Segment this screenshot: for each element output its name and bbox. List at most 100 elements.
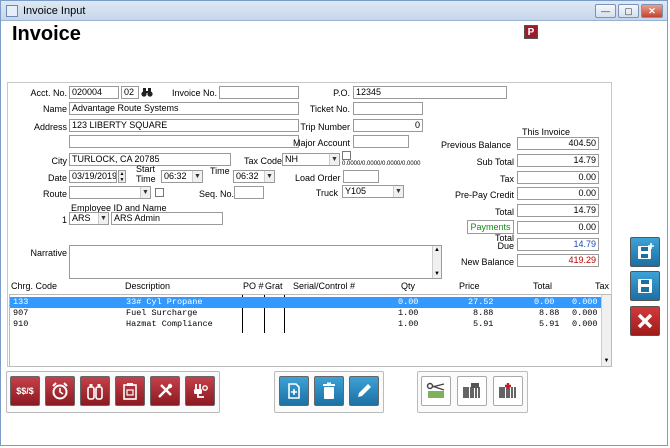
narrative-label: Narrative: [30, 248, 67, 258]
barcode-scan-icon: [463, 383, 480, 398]
cell-price: 8.88: [473, 308, 494, 318]
total-label: Total: [494, 207, 514, 217]
narrative-textarea[interactable]: [69, 245, 442, 279]
cell-description: 33# Cyl Propane: [126, 297, 203, 307]
payments-button[interactable]: Payments: [467, 220, 514, 234]
col-tax: Tax: [595, 281, 610, 291]
cell-price: 5.91: [473, 319, 494, 329]
barcode-add-icon: [499, 383, 516, 398]
plug-icon: [194, 384, 208, 398]
ticket-field[interactable]: [353, 102, 423, 115]
table-row[interactable]: 133 33# Cyl Propane 0.00 27.52 0.00 0.00…: [10, 297, 602, 308]
chevron-down-icon: ▼: [393, 186, 403, 197]
acct-suffix-field[interactable]: 02: [121, 86, 139, 99]
cell-description: Hazmat Compliance: [126, 319, 213, 329]
total-value: 14.79: [517, 204, 599, 217]
employee-index: 1: [62, 215, 68, 225]
tax-rates-text: 0.0000/0.0000/0.0000/0.0000: [342, 161, 421, 167]
plug-button[interactable]: [185, 376, 215, 406]
seq-label: Seq. No.: [199, 189, 235, 199]
save-icon: [638, 279, 652, 293]
truck-select[interactable]: Y105 ▼: [342, 185, 404, 198]
time-value: 06:32: [236, 171, 259, 181]
maximize-button[interactable]: ▢: [618, 4, 639, 18]
acct-label: Acct. No.: [30, 88, 67, 98]
employee-id-select[interactable]: ARS ▼: [69, 212, 109, 225]
tools-icon: [158, 383, 173, 398]
load-order-field[interactable]: [343, 170, 379, 183]
cell-qty: 1.00: [398, 319, 419, 329]
clipboard-button[interactable]: [115, 376, 145, 406]
cell-qty: 0.00: [398, 297, 419, 307]
subtotal-value: 14.79: [517, 154, 599, 167]
address-field[interactable]: 123 LIBERTY SQUARE: [69, 119, 299, 132]
pricing-button[interactable]: $$/$: [10, 376, 40, 406]
start-time-select[interactable]: 06:32 ▼: [161, 170, 203, 183]
cell-total: 8.88: [539, 308, 560, 318]
delete-button[interactable]: [314, 376, 344, 406]
cell-price: 27.52: [468, 297, 494, 307]
ticket-label: Ticket No.: [309, 104, 350, 114]
save-new-button[interactable]: [630, 237, 660, 267]
total-due-value: 14.79: [517, 238, 599, 251]
new-balance-value: 419.29: [517, 254, 599, 267]
line-items-table[interactable]: 133 33# Cyl Propane 0.00 27.52 0.00 0.00…: [9, 294, 612, 367]
barcode-scan-button[interactable]: [457, 376, 487, 406]
new-document-button[interactable]: [279, 376, 309, 406]
start-time-label-1: Start: [136, 164, 156, 174]
alarm-button[interactable]: [45, 376, 75, 406]
time-select[interactable]: 06:32 ▼: [233, 170, 275, 183]
tax-code-value: NH: [285, 154, 298, 164]
cancel-button[interactable]: [630, 306, 660, 336]
invoice-number-field[interactable]: [219, 86, 299, 99]
minimize-button[interactable]: —: [595, 4, 616, 18]
table-row[interactable]: 910 Hazmat Compliance 1.00 5.91 5.91 0.0…: [10, 319, 602, 330]
seq-field[interactable]: [234, 186, 264, 199]
save-button[interactable]: [630, 271, 660, 301]
cell-tax: 0.000: [572, 297, 598, 307]
prepay-label: Pre-Pay Credit: [454, 190, 514, 200]
col-serial: Serial/Control #: [293, 281, 356, 291]
chevron-down-icon: ▼: [98, 213, 108, 224]
date-field[interactable]: 03/19/2019: [69, 170, 117, 183]
cell-tax: 0.000: [572, 308, 598, 318]
major-account-field[interactable]: [353, 135, 409, 148]
binoculars-icon[interactable]: [141, 86, 153, 98]
date-spinner[interactable]: ▲ ▼: [118, 170, 126, 183]
table-scrollbar[interactable]: ▼: [601, 295, 611, 366]
previous-balance-value: 404.50: [517, 137, 599, 150]
tax-code-checkbox[interactable]: [342, 151, 351, 160]
tax-value: 0.00: [517, 171, 599, 184]
route-checkbox[interactable]: [155, 188, 164, 197]
scissors-money-button[interactable]: [421, 376, 451, 406]
col-price: Price: [459, 281, 480, 291]
edit-button[interactable]: [349, 376, 379, 406]
p-badge[interactable]: P: [524, 25, 538, 39]
trip-number-field[interactable]: 0: [353, 119, 423, 132]
employee-name-field[interactable]: ARS Admin: [111, 212, 223, 225]
name-field[interactable]: Advantage Route Systems: [69, 102, 299, 115]
this-invoice-header: This Invoice: [522, 127, 571, 137]
col-total: Total: [533, 281, 553, 291]
route-select[interactable]: ▼: [69, 186, 151, 199]
tools-button[interactable]: [150, 376, 180, 406]
address2-field[interactable]: [69, 135, 299, 148]
trip-label: Trip Number: [300, 122, 350, 132]
clipboard-icon: [123, 383, 137, 400]
barcode-add-button[interactable]: [493, 376, 523, 406]
col-po: PO #: [243, 281, 264, 291]
tax-code-select[interactable]: NH ▼: [282, 153, 340, 166]
cell-code: 133: [13, 297, 29, 307]
col-grat: Grat: [265, 281, 283, 291]
time-label: Time: [210, 166, 230, 176]
invoice-label: Invoice No.: [172, 88, 218, 98]
table-row[interactable]: 907 Fuel Surcharge 1.00 8.88 8.88 0.000: [10, 308, 602, 319]
payments-value: 0.00: [517, 221, 599, 234]
cylinders-button[interactable]: [80, 376, 110, 406]
title-bar: Invoice Input — ▢ ✕: [1, 1, 667, 21]
cell-total: 0.00: [534, 297, 555, 307]
close-button[interactable]: ✕: [641, 4, 663, 18]
acct-number-field[interactable]: 020004: [69, 86, 119, 99]
cell-total: 5.91: [539, 319, 560, 329]
po-field[interactable]: 12345: [353, 86, 507, 99]
